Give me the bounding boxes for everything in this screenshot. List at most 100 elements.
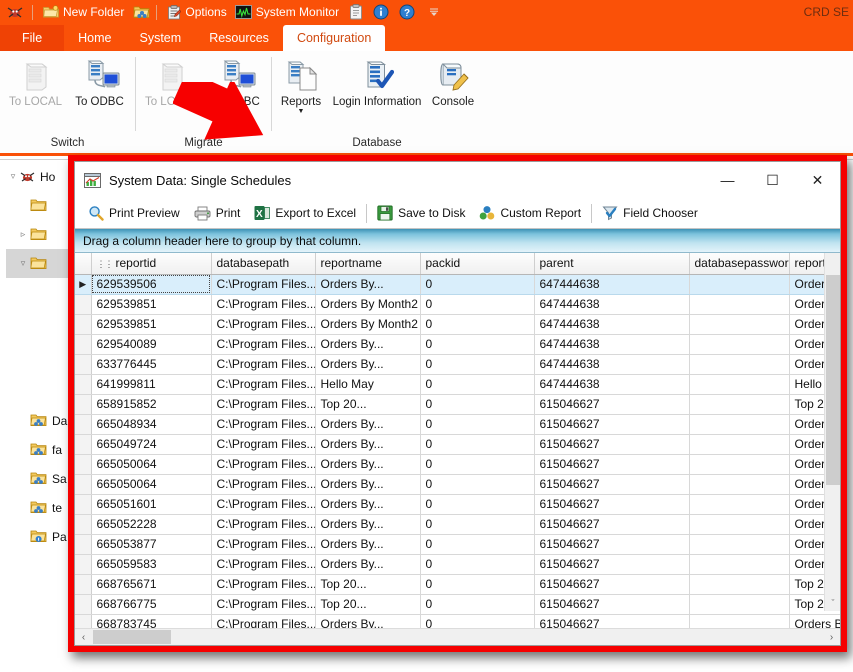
cell-packid[interactable]: 0 <box>420 414 535 435</box>
cell-databasepassword[interactable] <box>689 434 790 455</box>
cell-reportname[interactable]: Orders By... <box>315 494 421 515</box>
row-indicator[interactable] <box>75 514 92 535</box>
vertical-scrollbar[interactable]: ˇ <box>824 253 840 611</box>
cell-reportname[interactable]: Orders By... <box>315 514 421 535</box>
table-row[interactable]: 665051601 C:\Program Files... Orders By...… <box>75 494 840 515</box>
cell-reportname[interactable]: Top 20... <box>315 574 421 595</box>
folder-group-icon[interactable] <box>133 5 150 20</box>
cell-reportid[interactable]: 665049724 <box>91 434 212 455</box>
row-indicator[interactable] <box>75 534 92 555</box>
column-header-reportname[interactable]: reportname <box>315 253 421 275</box>
cell-databasepath[interactable]: C:\Program Files... <box>211 514 316 535</box>
cell-packid[interactable]: 0 <box>420 534 535 555</box>
cell-databasepath[interactable]: C:\Program Files... <box>211 554 316 575</box>
cell-databasepassword[interactable] <box>689 474 790 495</box>
cell-parent[interactable]: 615046627 <box>534 514 690 535</box>
cell-packid[interactable]: 0 <box>420 354 535 375</box>
row-indicator[interactable] <box>75 334 92 355</box>
cell-parent[interactable]: 615046627 <box>534 534 690 555</box>
new-folder-button[interactable]: New Folder <box>39 2 128 22</box>
cell-reportname[interactable]: Orders By... <box>315 434 421 455</box>
to-local-switch-button[interactable]: To LOCAL <box>5 55 67 108</box>
cell-databasepassword[interactable] <box>689 614 790 628</box>
cell-packid[interactable]: 0 <box>420 294 535 315</box>
cell-databasepath[interactable]: C:\Program Files... <box>211 454 316 475</box>
cell-parent[interactable]: 647444638 <box>534 334 690 355</box>
cell-reportid[interactable]: 641999811 <box>91 374 212 395</box>
tree-expand-icon[interactable]: ▹ <box>16 229 30 240</box>
cell-reportname[interactable]: Orders By... <box>315 334 421 355</box>
row-indicator[interactable] <box>75 474 92 495</box>
row-indicator[interactable] <box>75 374 92 395</box>
table-row[interactable]: 658915852 C:\Program Files... Top 20... 0 61… <box>75 394 840 415</box>
cell-databasepath[interactable]: C:\Program Files... <box>211 334 316 355</box>
cell-reportname[interactable]: Orders By... <box>315 354 421 375</box>
cell-databasepassword[interactable] <box>689 414 790 435</box>
row-indicator[interactable] <box>75 594 92 615</box>
cell-reportname[interactable]: Orders By... <box>315 534 421 555</box>
cell-reportid[interactable]: 633776445 <box>91 354 212 375</box>
cell-parent[interactable]: 615046627 <box>534 394 690 415</box>
cell-packid[interactable]: 0 <box>420 514 535 535</box>
cell-parent[interactable]: 615046627 <box>534 614 690 628</box>
cell-reporttitle[interactable]: Orders By... <box>789 614 840 628</box>
tab-system[interactable]: System <box>126 25 196 51</box>
row-indicator[interactable] <box>75 294 92 315</box>
cell-databasepassword[interactable] <box>689 334 790 355</box>
export-to-excel-button[interactable]: X Export to Excel <box>247 201 363 226</box>
cell-databasepath[interactable]: C:\Program Files... <box>211 314 316 335</box>
cell-databasepath[interactable]: C:\Program Files... <box>211 414 316 435</box>
cell-databasepath[interactable]: C:\Program Files... <box>211 614 316 628</box>
cell-reportid[interactable]: 629539851 <box>91 314 212 335</box>
cell-reportid[interactable]: 665050064 <box>91 474 212 495</box>
cell-reportname[interactable]: Orders By... <box>315 614 421 628</box>
cell-reportid[interactable]: 665051601 <box>91 494 212 515</box>
cell-reportname[interactable]: Orders By... <box>315 274 421 295</box>
cell-packid[interactable]: 0 <box>420 474 535 495</box>
cell-reportid[interactable]: 668783745 <box>91 614 212 628</box>
cell-parent[interactable]: 615046627 <box>534 434 690 455</box>
cell-packid[interactable]: 0 <box>420 454 535 475</box>
clipboard-icon[interactable] <box>349 4 363 20</box>
row-indicator[interactable]: ▶ <box>75 274 92 295</box>
table-row[interactable]: 665050064 C:\Program Files... Orders By...… <box>75 454 840 475</box>
cell-parent[interactable]: 647444638 <box>534 354 690 375</box>
horizontal-scrollbar-thumb[interactable] <box>93 630 171 644</box>
cell-databasepassword[interactable] <box>689 534 790 555</box>
vertical-scrollbar-thumb[interactable] <box>826 275 840 485</box>
row-indicator[interactable] <box>75 574 92 595</box>
tab-file[interactable]: File <box>0 25 65 51</box>
row-indicator[interactable] <box>75 414 92 435</box>
cell-packid[interactable]: 0 <box>420 334 535 355</box>
table-row[interactable]: 665053877 C:\Program Files... Orders By...… <box>75 534 840 555</box>
cell-reportname[interactable]: Top 20... <box>315 594 421 615</box>
cell-databasepassword[interactable] <box>689 494 790 515</box>
cell-reportid[interactable]: 665053877 <box>91 534 212 555</box>
cell-databasepath[interactable]: C:\Program Files... <box>211 374 316 395</box>
cell-reportid[interactable]: 665050064 <box>91 454 212 475</box>
to-odbc-migrate-button[interactable]: To ODBC <box>205 55 267 108</box>
cell-databasepath[interactable]: C:\Program Files... <box>211 574 316 595</box>
table-row[interactable]: 668766775 C:\Program Files... Top 20... 0 61… <box>75 594 840 615</box>
group-by-panel[interactable]: Drag a column header here to group by th… <box>75 229 840 253</box>
cell-reportname[interactable]: Hello May <box>315 374 421 395</box>
cell-parent[interactable]: 615046627 <box>534 474 690 495</box>
minimize-button[interactable]: — <box>705 165 750 195</box>
qat-dropdown-icon[interactable] <box>427 5 441 19</box>
tree-collapse-icon[interactable]: ▿ <box>16 258 30 269</box>
tree-collapse-icon[interactable]: ▿ <box>6 171 20 182</box>
custom-report-button[interactable]: Custom Report <box>472 201 588 226</box>
table-row[interactable]: 629539851 C:\Program Files... Orders By Mo… <box>75 294 840 315</box>
scroll-right-icon[interactable]: › <box>823 629 840 645</box>
column-header-reportid[interactable]: ⋮⋮ reportid <box>91 253 212 275</box>
column-header-databasepassword[interactable]: databasepassword <box>689 253 790 275</box>
cell-reportname[interactable]: Orders By Month2 <box>315 294 421 315</box>
cell-databasepassword[interactable] <box>689 574 790 595</box>
table-row[interactable]: 668765671 C:\Program Files... Top 20... 0 61… <box>75 574 840 595</box>
row-indicator[interactable] <box>75 454 92 475</box>
login-information-button[interactable]: Login Information <box>333 55 421 108</box>
row-indicator[interactable] <box>75 354 92 375</box>
cell-reportid[interactable]: 629539851 <box>91 294 212 315</box>
column-header-databasepath[interactable]: databasepath <box>211 253 316 275</box>
table-row[interactable]: 665059583 C:\Program Files... Orders By...… <box>75 554 840 575</box>
